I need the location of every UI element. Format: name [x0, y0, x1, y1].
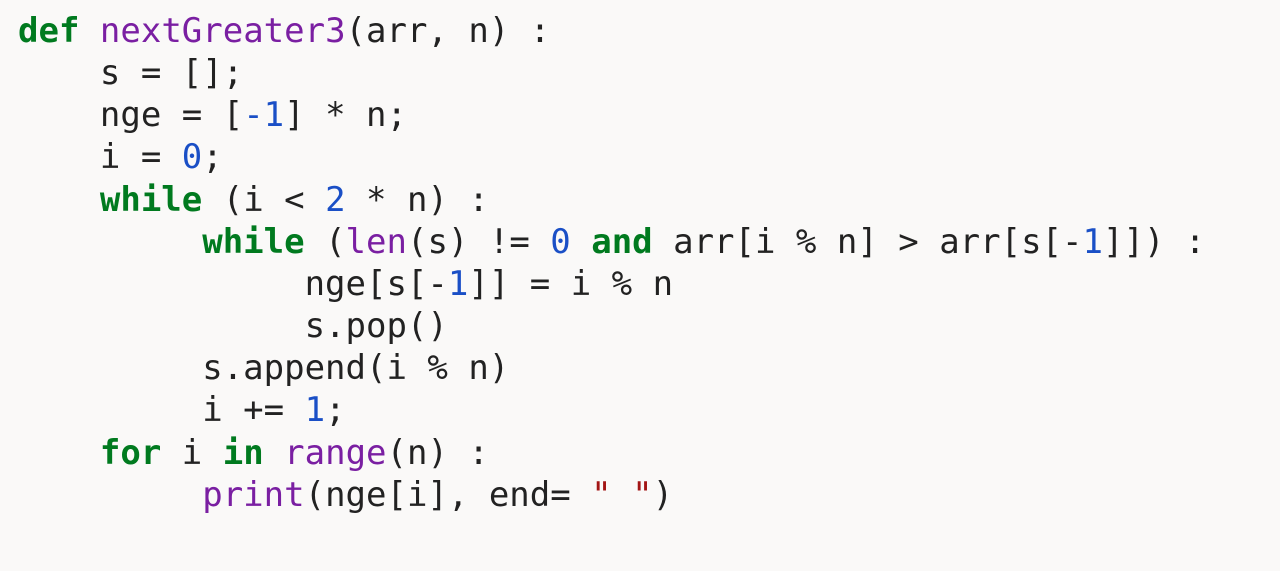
- string-space: " ": [591, 475, 652, 515]
- stmt: s = [];: [100, 53, 243, 93]
- lhs: nge[s[-: [305, 264, 448, 304]
- code-line-12: print(nge[i], end= " "): [18, 475, 673, 515]
- num-neg1: -1: [243, 95, 284, 135]
- stmt-rhs: ] * n;: [284, 95, 407, 135]
- cond-rest: * n) :: [346, 180, 489, 220]
- code-line-6: while (len(s) != 0 and arr[i % n] > arr[…: [18, 222, 1205, 262]
- stmt-lhs: nge = [: [100, 95, 243, 135]
- space: [264, 433, 284, 473]
- code-line-9: s.append(i % n): [18, 348, 509, 388]
- cond-open: (i <: [202, 180, 325, 220]
- mid: i: [161, 433, 222, 473]
- open: (nge[i], end=: [305, 475, 592, 515]
- code-line-1: def nextGreater3(arr, n) :: [18, 11, 550, 51]
- code-editor: def nextGreater3(arr, n) : s = []; nge =…: [0, 0, 1280, 526]
- code-line-8: s.pop(): [18, 306, 448, 346]
- tail: arr[i % n] > arr[s[-: [653, 222, 1083, 262]
- rest: (n) :: [387, 433, 489, 473]
- num-two: 2: [325, 180, 345, 220]
- builtin-len: len: [346, 222, 407, 262]
- keyword-while: while: [100, 180, 202, 220]
- keyword-def: def: [18, 11, 79, 51]
- num-one: 1: [305, 390, 325, 430]
- keyword-while: while: [202, 222, 304, 262]
- code-line-11: for i in range(n) :: [18, 433, 489, 473]
- stmt: s.append(i % n): [202, 348, 509, 388]
- semicolon: ;: [202, 137, 222, 177]
- semicolon: ;: [325, 390, 345, 430]
- num-one: 1: [1083, 222, 1103, 262]
- close: ): [653, 475, 673, 515]
- func-name: nextGreater3: [100, 11, 346, 51]
- lhs: i +=: [202, 390, 304, 430]
- builtin-range: range: [284, 433, 386, 473]
- code-line-7: nge[s[-1]] = i % n: [18, 264, 673, 304]
- stmt-lhs: i =: [100, 137, 182, 177]
- keyword-and: and: [571, 222, 653, 262]
- end: ]]) :: [1103, 222, 1205, 262]
- code-line-2: s = [];: [18, 53, 243, 93]
- code-line-5: while (i < 2 * n) :: [18, 180, 489, 220]
- mid: (s) !=: [407, 222, 550, 262]
- stmt: s.pop(): [305, 306, 448, 346]
- code-line-10: i += 1;: [18, 390, 346, 430]
- open-paren: (: [305, 222, 346, 262]
- keyword-in: in: [223, 433, 264, 473]
- rhs: ]] = i % n: [468, 264, 673, 304]
- num-zero: 0: [182, 137, 202, 177]
- params: (arr, n) :: [346, 11, 551, 51]
- code-line-4: i = 0;: [18, 137, 223, 177]
- num-one: 1: [448, 264, 468, 304]
- keyword-for: for: [100, 433, 161, 473]
- code-line-3: nge = [-1] * n;: [18, 95, 407, 135]
- num-zero: 0: [550, 222, 570, 262]
- builtin-print: print: [202, 475, 304, 515]
